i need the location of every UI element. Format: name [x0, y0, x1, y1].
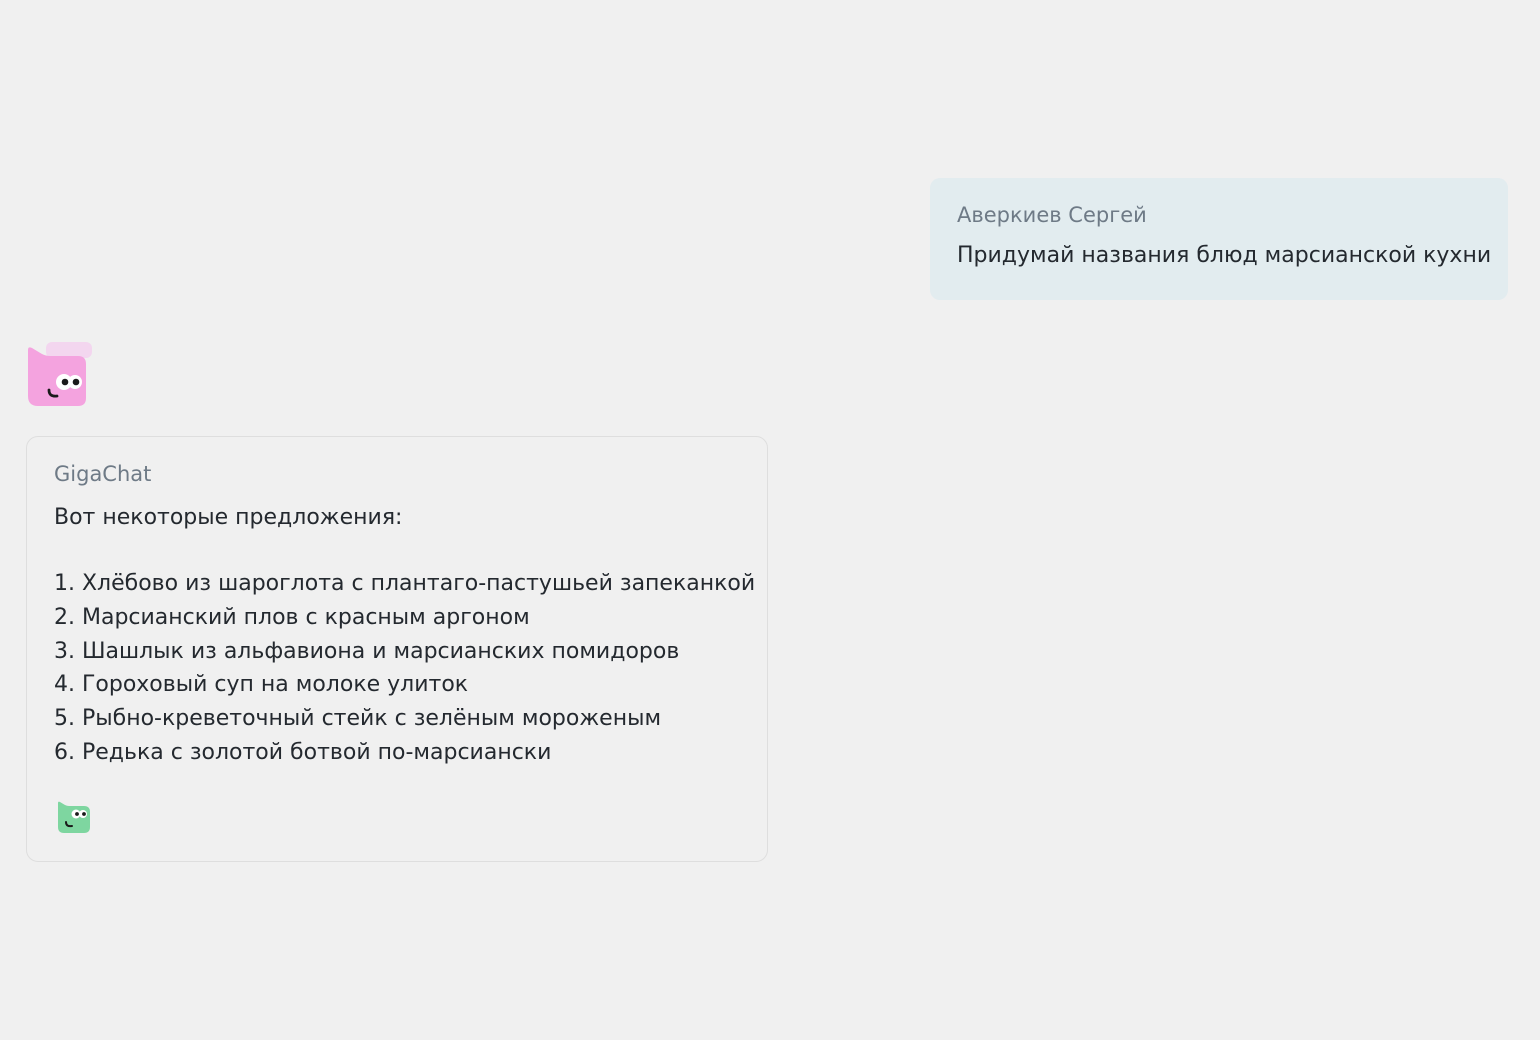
list-item: 6. Редька с золотой ботвой по-марсиански — [54, 739, 552, 765]
user-message-author: Аверкиев Сергей — [957, 203, 1147, 227]
list-item: 4. Гороховый суп на молоке улиток — [54, 672, 469, 698]
list-item: 1. Хлёбово из шароглота с плантаго-пасту… — [54, 571, 756, 596]
bot-message-author: GigaChat — [54, 462, 152, 486]
list-item: 3. Шашлык из альфавиона и марсианских по… — [54, 638, 680, 664]
gigachat-avatar-icon — [26, 340, 94, 410]
bot-message-intro: Вот некоторые предложения: — [54, 505, 403, 530]
list-item: 2. Марсианский плов с красным аргоном — [54, 604, 530, 630]
bot-message-bubble: GigaChat Вот некоторые предложения: 1. Х… — [26, 436, 768, 862]
user-message-bubble: Аверкиев Сергей Придумай названия блюд м… — [930, 178, 1508, 300]
bot-message-list: 1. Хлёбово из шароглота с плантаго-пасту… — [54, 567, 767, 770]
gigachat-green-icon[interactable] — [56, 799, 94, 835]
user-message-text: Придумай названия блюд марсианской кухни — [957, 243, 1492, 268]
list-item: 5. Рыбно-креветочный стейк с зелёным мор… — [54, 706, 662, 732]
